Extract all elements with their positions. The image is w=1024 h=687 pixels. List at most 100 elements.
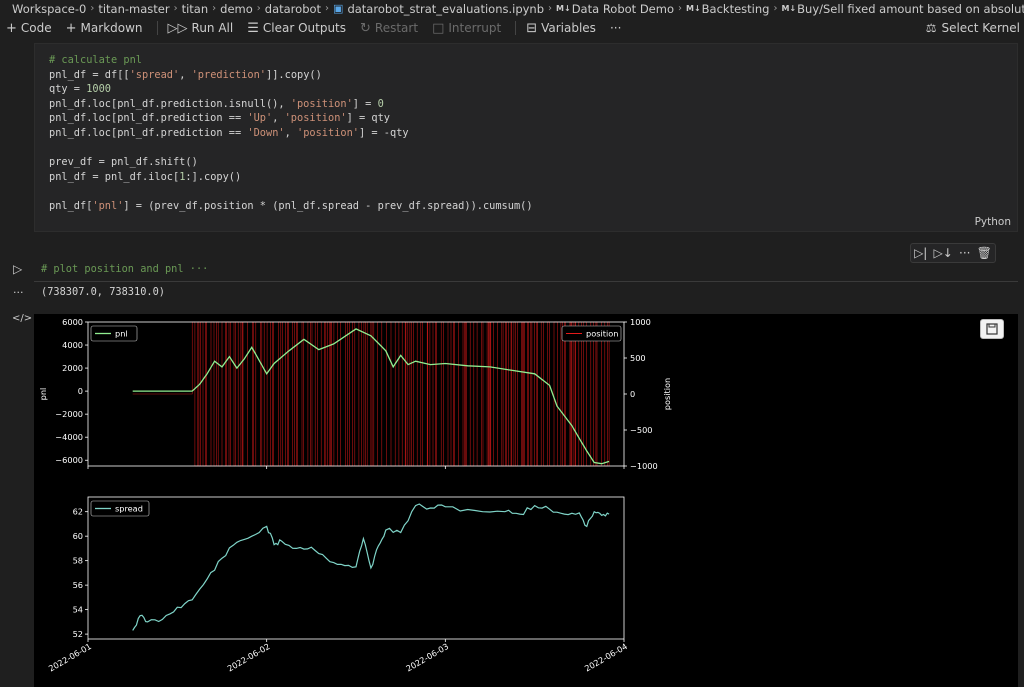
code-token: 'spread': [129, 68, 180, 81]
code-token: ,: [272, 112, 285, 125]
run-all-button[interactable]: ▷▷ Run All: [168, 21, 234, 36]
kernel-icon: ⚖: [925, 21, 937, 35]
breadcrumb-section[interactable]: Backtesting: [702, 2, 770, 16]
spread-x-tick-label: 2022-06-04: [583, 641, 629, 673]
output-text: (738307.0, 738310.0): [41, 286, 165, 298]
clear-outputs-label: Clear Outputs: [262, 21, 347, 35]
collapsed-cell-source[interactable]: # plot position and pnl ···: [41, 263, 208, 275]
output-more-icon[interactable]: ···: [13, 286, 24, 299]
code-token: 'position': [284, 112, 347, 125]
code-token: 'Up': [247, 112, 273, 125]
breadcrumb-separator: ›: [678, 3, 682, 14]
pnl-y-tick-label: −4000: [55, 432, 83, 442]
spread-y-tick-label: 52: [73, 629, 83, 639]
code-toggle-icon[interactable]: </>: [12, 313, 32, 324]
notebook-file-icon: ▣: [333, 2, 344, 15]
position-y-tick-label: 500: [630, 353, 646, 363]
breadcrumb-separator: ›: [212, 3, 217, 14]
code-line: pnl_df.loc[pnl_df.prediction.isnull(), '…: [49, 97, 533, 112]
clear-outputs-button[interactable]: ☰ Clear Outputs: [247, 21, 346, 36]
spread-legend-label: spread: [115, 504, 143, 514]
code-token: 'Down': [247, 126, 285, 139]
toolbar-divider: [515, 21, 517, 35]
save-icon: [986, 323, 998, 335]
restart-label: Restart: [374, 21, 419, 35]
code-token: ] = (prev_df.position * (pnl_df.spread -…: [123, 199, 533, 212]
code-token: pnl_df.loc[pnl_df.prediction ==: [49, 112, 248, 125]
code-token: 'pnl': [92, 199, 124, 212]
code-token: pnl_df = pnl_df.iloc[: [49, 170, 180, 183]
plot-output: 6000 4000 2000 0 −2000 −4000 −6000 1000 500 0 −500…: [34, 314, 1018, 687]
breadcrumb-section[interactable]: Data Robot Demo: [572, 2, 674, 16]
position-y-tick-label: −1000: [630, 461, 658, 471]
breadcrumb-item[interactable]: Workspace-0: [12, 2, 86, 16]
pnl-y-tick-label: 2000: [62, 363, 83, 373]
save-image-button[interactable]: [980, 319, 1004, 339]
code-token: 'position': [297, 126, 359, 139]
pnl-y-tick-label: 6000: [62, 317, 83, 327]
variables-icon: ⊟: [526, 20, 538, 36]
breadcrumb: Workspace-0 › titan-master › titan › demo › data…: [0, 0, 1024, 17]
breadcrumb-file[interactable]: datarobot_strat_evaluations.ipynb: [347, 2, 544, 16]
more-actions-button[interactable]: ···: [610, 21, 621, 35]
interrupt-button[interactable]: □ Interrupt: [432, 21, 501, 36]
select-kernel-button[interactable]: ⚖ Select Kernel: [926, 17, 1020, 39]
code-line: qty = 1000: [49, 82, 533, 97]
position-y-tick-label: −500: [630, 425, 653, 435]
code-token: prev_df = pnl_df.shift(): [49, 156, 198, 169]
code-token: pnl_df.loc[pnl_df.prediction.isnull(),: [49, 97, 291, 110]
spread-x-tick-label: 2022-06-03: [404, 641, 450, 673]
position-legend-label: position: [586, 329, 618, 339]
variables-button[interactable]: ⊟ Variables: [526, 21, 596, 36]
add-code-button[interactable]: + Code: [6, 21, 52, 36]
stop-icon: □: [432, 20, 445, 36]
plus-icon: +: [65, 20, 77, 36]
spread-y-tick-label: 58: [73, 556, 83, 566]
code-token: ]].copy(): [266, 68, 322, 81]
code-token: 'position': [290, 97, 353, 110]
breadcrumb-item[interactable]: demo: [220, 2, 253, 16]
run-cell-button[interactable]: ▷: [13, 262, 22, 276]
breadcrumb-separator: ›: [548, 3, 553, 14]
spread-y-tick-label: 62: [73, 507, 83, 517]
pnl-legend-label: pnl: [115, 329, 128, 339]
markdown-icon: M↓: [781, 4, 797, 13]
cell-language-label[interactable]: Python: [975, 216, 1011, 228]
code-line: prev_df = pnl_df.shift(): [49, 155, 533, 170]
add-code-label: Code: [20, 21, 52, 35]
position-series-line: [132, 321, 610, 467]
run-all-label: Run All: [191, 21, 234, 35]
breadcrumb-item[interactable]: datarobot: [265, 2, 321, 16]
restart-button[interactable]: ↻ Restart: [360, 21, 418, 36]
spread-x-tick-label: 2022-06-02: [225, 641, 271, 673]
code-token: ] = -qty: [359, 126, 409, 139]
breadcrumb-separator: ›: [325, 3, 330, 14]
code-line: pnl_df.loc[pnl_df.prediction == 'Up', 'p…: [49, 111, 533, 126]
breadcrumb-section[interactable]: Buy/Sell fixed amount based on absolute …: [797, 2, 1024, 16]
code-line: pnl_df = df[['spread', 'prediction']].co…: [49, 68, 533, 83]
add-markdown-button[interactable]: + Markdown: [66, 21, 143, 36]
code-token: 0: [377, 97, 384, 110]
code-token: 1000: [86, 83, 112, 96]
code-editor[interactable]: # calculate pnl pnl_df = df[['spread', 'p…: [49, 53, 533, 214]
spread-y-tick-label: 60: [73, 531, 83, 541]
variables-label: Variables: [541, 21, 596, 35]
breadcrumb-item[interactable]: titan-master: [98, 2, 169, 16]
plus-icon: +: [6, 20, 17, 36]
spread-y-tick-label: 54: [73, 605, 83, 615]
code-token: pnl_df.loc[pnl_df.prediction ==: [49, 126, 248, 139]
markdown-icon: M↓: [686, 4, 701, 13]
spread-series-line: [132, 503, 610, 631]
select-kernel-label: Select Kernel: [941, 21, 1020, 35]
breadcrumb-separator: ›: [773, 3, 778, 14]
spread-axes-frame: [87, 496, 625, 640]
code-line: # calculate pnl: [49, 53, 533, 68]
pnl-y-axis-label: pnl: [38, 388, 48, 401]
breadcrumb-item[interactable]: titan: [182, 2, 209, 16]
code-line: pnl_df = pnl_df.iloc[1:].copy(): [49, 170, 533, 185]
plot-figure: 6000 4000 2000 0 −2000 −4000 −6000 1000 500 0 −500…: [38, 317, 672, 674]
code-token: ] =: [352, 97, 378, 110]
code-cell-editor[interactable]: # calculate pnl pnl_df = df[['spread', 'p…: [34, 43, 1018, 232]
spread-y-tick-label: 56: [73, 580, 83, 590]
